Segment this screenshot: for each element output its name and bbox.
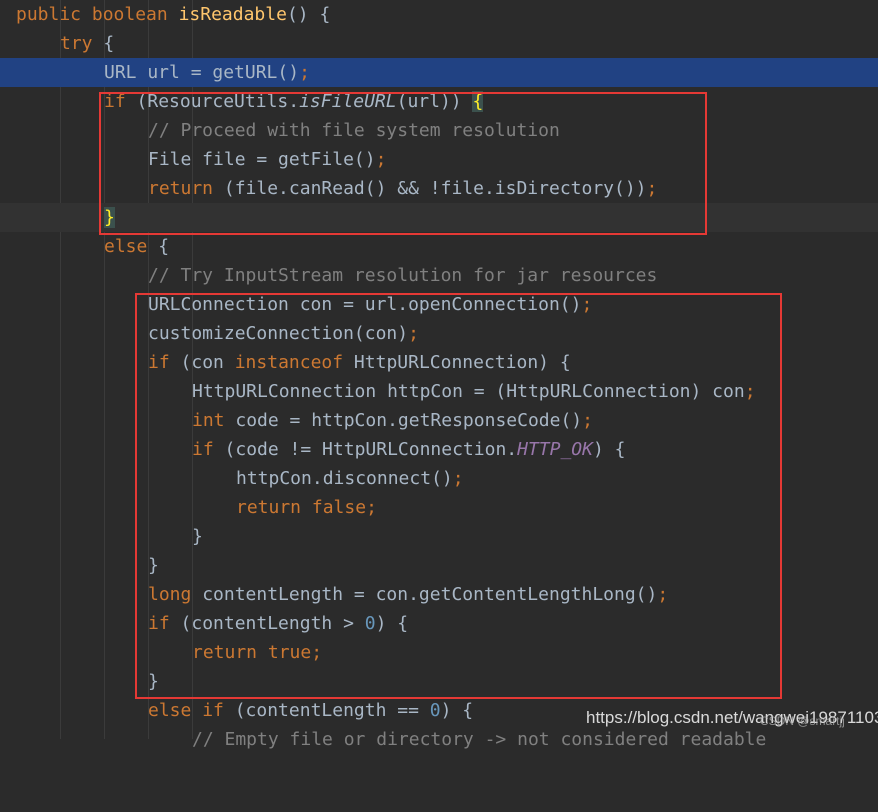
code-comment: // Try InputStream resolution for jar re… [148, 265, 658, 286]
selected-code-line[interactable]: URL url = getURL(); [0, 58, 878, 87]
keyword: if [191, 700, 224, 721]
code-line[interactable]: try { [0, 29, 878, 58]
semicolon: ; [299, 62, 310, 83]
highlight-box-url-connection [135, 293, 782, 699]
keyword: else [104, 236, 148, 257]
code-comment: // Empty file or directory -> not consid… [192, 729, 767, 750]
code-text: { [147, 236, 170, 257]
code-line[interactable]: public boolean isReadable() { [0, 0, 878, 29]
code-text: () { [286, 4, 331, 25]
code-text: ) { [440, 700, 474, 721]
code-line[interactable]: else { [0, 232, 878, 261]
keyword: public [16, 4, 82, 25]
code-editor[interactable]: public boolean isReadable() { try { URL … [0, 0, 878, 750]
highlight-box-file-url [99, 92, 707, 235]
code-text: { [92, 33, 115, 54]
keyword: boolean [91, 4, 168, 25]
code-text: URL url = getURL() [104, 62, 300, 83]
keyword: else [148, 700, 192, 721]
method-name: isReadable [178, 4, 287, 25]
code-text: (contentLength == [223, 700, 430, 721]
number-literal: 0 [429, 700, 441, 721]
keyword: try [60, 33, 93, 54]
watermark-csdn: CSDN @smartjj [760, 714, 845, 728]
code-line[interactable]: // Empty file or directory -> not consid… [0, 725, 878, 754]
code-line[interactable]: // Try InputStream resolution for jar re… [0, 261, 878, 290]
